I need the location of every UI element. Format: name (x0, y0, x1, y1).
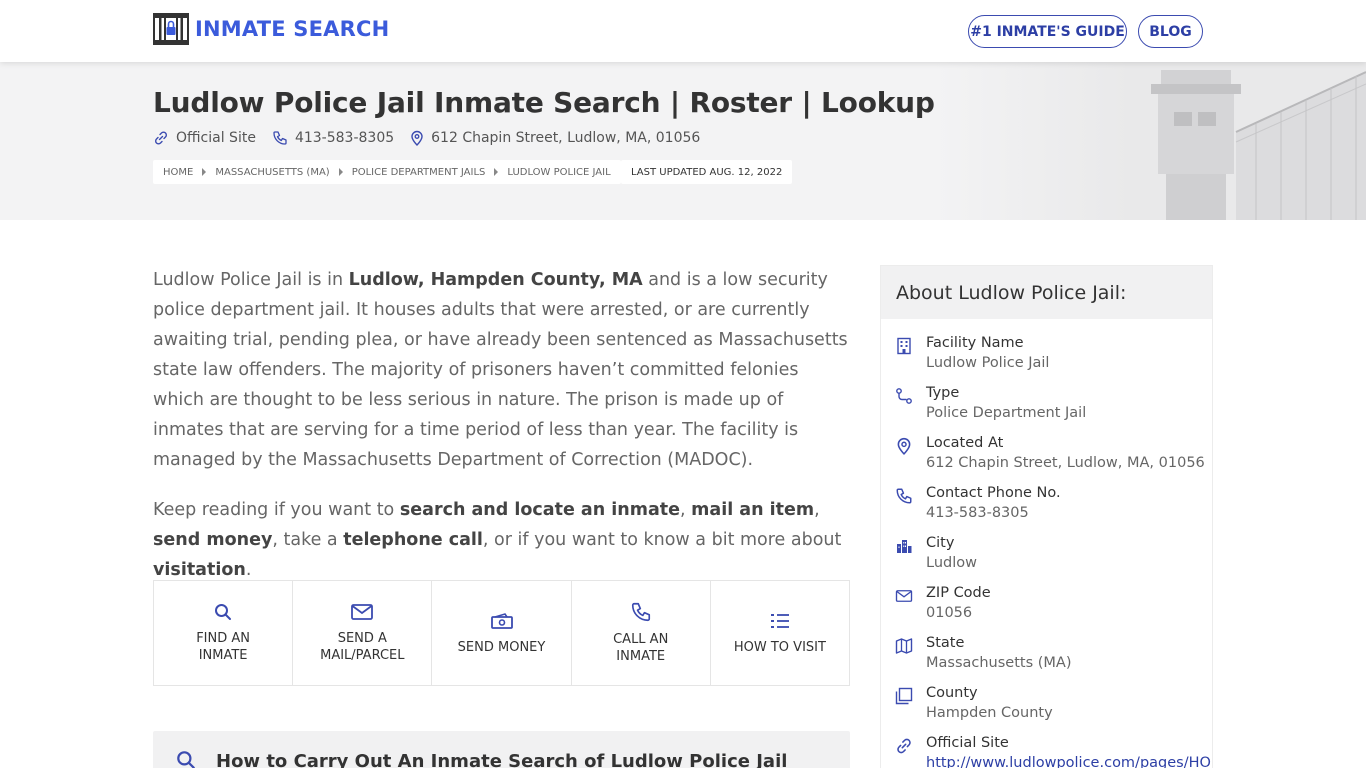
info-value: Massachusetts (MA) (926, 655, 1072, 671)
breadcrumb-state[interactable]: MASSACHUSETTS (MA) (215, 167, 329, 178)
prison-tower-illustration (936, 62, 1366, 220)
action-label: FIND AN (196, 631, 250, 646)
info-label: City (926, 535, 955, 551)
info-label: Contact Phone No. (926, 485, 1061, 501)
find-inmate-button[interactable]: FIND AN INMATE (154, 581, 294, 685)
city-icon (897, 540, 912, 553)
logo-text: INMATE SEARCH (195, 17, 390, 41)
official-site-url-link[interactable]: http://www.ludlowpolice.com/pages/HO (926, 755, 1211, 768)
intro-text: and is a low security police department … (153, 270, 848, 470)
keep-reading-text: , or if you want to know a bit more abou… (482, 530, 842, 550)
info-value: Ludlow (926, 555, 977, 571)
info-value: Police Department Jail (926, 405, 1087, 421)
action-label: MAIL/PARCEL (320, 648, 405, 663)
phone-icon (273, 131, 287, 145)
breadcrumb: HOME MASSACHUSETTS (MA) POLICE DEPARTMEN… (153, 160, 621, 184)
phone-link[interactable]: 413-583-8305 (272, 130, 394, 146)
facility-info-sidebar: About Ludlow Police Jail: Facility Name … (880, 265, 1213, 768)
info-label: Official Site (926, 735, 1009, 751)
phone-number: 413-583-8305 (294, 130, 395, 146)
breadcrumb-separator (494, 168, 499, 176)
info-label: Facility Name (926, 335, 1024, 351)
site-logo[interactable]: INMATE SEARCH (153, 13, 389, 45)
breadcrumb-separator (202, 168, 207, 176)
intro-text: Ludlow Police Jail is in (153, 270, 349, 290)
link-icon (897, 738, 911, 754)
map-icon (895, 638, 913, 654)
link-icon (154, 131, 168, 145)
intro-location-bold: Ludlow, Hampden County, MA (348, 270, 643, 290)
action-label: SEND MONEY (457, 639, 546, 655)
action-label: INMATE (616, 649, 666, 664)
info-value: 01056 (926, 605, 973, 621)
search-icon (215, 604, 232, 620)
how-to-visit-button[interactable]: HOW TO VISIT (711, 581, 849, 685)
action-label: HOW TO VISIT (733, 639, 826, 655)
phone-icon (896, 488, 912, 504)
map-pin-icon (411, 130, 423, 146)
section-title: How to Carry Out An Inmate Search of Lud… (216, 751, 788, 768)
address-text: 612 Chapin Street, Ludlow, MA, 01056 (431, 130, 701, 146)
building-icon (897, 337, 911, 355)
site-header: INMATE SEARCH #1 INMATE'S GUIDE BLOG (0, 0, 1366, 62)
keep-reading-text: , take a (272, 530, 344, 550)
facility-meta-row: Official Site 413-583-8305 612 Chapin St… (153, 130, 716, 146)
info-value: 413-583-8305 (926, 505, 1029, 521)
info-label: State (926, 635, 965, 651)
info-label: ZIP Code (926, 585, 991, 601)
send-money-button[interactable]: SEND MONEY (432, 581, 572, 685)
call-inmate-button[interactable]: CALL AN INMATE (572, 581, 711, 685)
info-label: County (926, 685, 978, 701)
last-updated-badge: LAST UPDATED AUG. 12, 2022 (621, 160, 793, 184)
info-value: Ludlow Police Jail (926, 355, 1050, 371)
map-pin-icon (897, 437, 911, 455)
mail-icon (895, 590, 913, 602)
sidebar-title: About Ludlow Police Jail: (881, 266, 1212, 319)
breadcrumb-separator (338, 168, 343, 176)
info-value: 612 Chapin Street, Ludlow, MA, 01056 (926, 455, 1205, 471)
keep-reading-text: Keep reading if you want to (153, 500, 400, 520)
action-label: INMATE (198, 648, 248, 663)
info-value: Hampden County (926, 705, 1053, 721)
action-label: CALL AN (613, 632, 669, 647)
search-inmate-bold: search and locate an inmate (399, 500, 681, 520)
punctuation: . (245, 560, 252, 580)
page-title: Ludlow Police Jail Inmate Search | Roste… (153, 86, 935, 119)
send-money-bold: send money (153, 530, 273, 550)
official-site-label: Official Site (176, 130, 256, 146)
keep-reading-paragraph: Keep reading if you want to search and l… (153, 495, 853, 585)
nav-blog-button[interactable]: BLOG (1138, 15, 1203, 48)
inmate-search-section-header: How to Carry Out An Inmate Search of Lud… (153, 731, 850, 768)
nav-inmates-guide-button[interactable]: #1 INMATE'S GUIDE (968, 15, 1127, 48)
route-icon (896, 388, 912, 404)
search-icon (177, 751, 195, 768)
mail-item-bold: mail an item (691, 500, 815, 520)
breadcrumb-home[interactable]: HOME (163, 167, 193, 178)
breadcrumb-category[interactable]: POLICE DEPARTMENT JAILS (352, 167, 486, 178)
action-label: SEND A (337, 631, 387, 646)
send-mail-button[interactable]: SEND A MAIL/PARCEL (293, 581, 433, 685)
breadcrumb-current[interactable]: LUDLOW POLICE JAIL (507, 167, 610, 178)
info-label: Located At (926, 435, 1004, 451)
punctuation: , (814, 500, 820, 520)
list-icon (770, 613, 789, 628)
jail-logo-icon (153, 13, 189, 45)
address-link[interactable]: 612 Chapin Street, Ludlow, MA, 01056 (410, 130, 700, 146)
punctuation: , (680, 500, 692, 520)
money-icon (490, 612, 513, 629)
intro-paragraph: Ludlow Police Jail is in Ludlow, Hampden… (153, 265, 853, 475)
telephone-call-bold: telephone call (343, 530, 483, 550)
copy-icon (895, 687, 913, 705)
phone-icon (631, 602, 650, 622)
info-label: Type (926, 385, 960, 401)
official-site-link[interactable]: Official Site (153, 130, 256, 146)
quick-actions: FIND AN INMATE SEND A MAIL/PARCEL SEND M… (153, 580, 850, 686)
mail-icon (351, 604, 374, 620)
visitation-bold: visitation (153, 560, 246, 580)
